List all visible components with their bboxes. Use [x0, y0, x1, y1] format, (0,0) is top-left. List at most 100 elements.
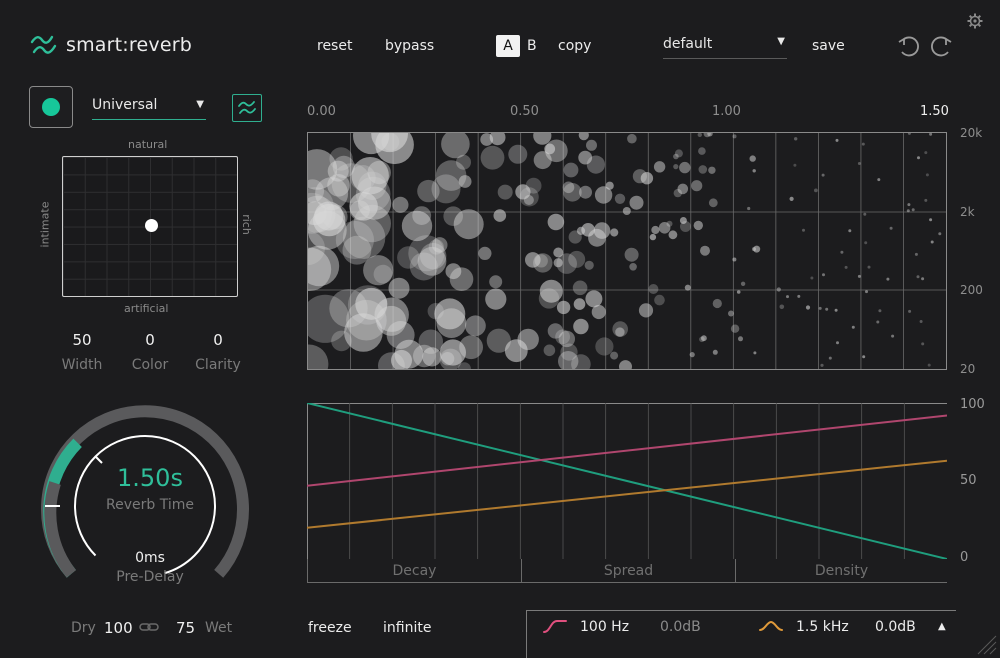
reflection-dot — [861, 142, 865, 146]
reflection-dot — [563, 162, 579, 178]
tab-spread[interactable]: Spread — [521, 559, 735, 583]
reflection-dot — [544, 143, 556, 155]
width-value[interactable]: 50 — [52, 331, 112, 349]
reflection-dot — [698, 147, 706, 155]
reflection-dot — [825, 307, 829, 311]
reflection-dot — [911, 208, 915, 212]
reflection-dot — [673, 164, 679, 170]
reflection-dot — [653, 161, 666, 173]
decay-spread-density-plot[interactable] — [307, 403, 947, 559]
bell-freq-value[interactable]: 1.5 kHz — [796, 619, 849, 635]
reflection-dot — [556, 300, 571, 315]
reflection-dot — [351, 157, 389, 195]
reflection-dot — [622, 207, 631, 215]
reflection-dot — [449, 267, 474, 291]
infinite-button[interactable]: infinite — [383, 620, 431, 636]
tab-decay[interactable]: Decay — [307, 559, 521, 583]
highpass-curve-icon[interactable] — [542, 618, 568, 634]
ab-a-button[interactable]: A — [496, 35, 520, 57]
reflection-dot — [640, 172, 654, 185]
character-xy-pad[interactable] — [62, 156, 238, 297]
tab-density[interactable]: Density — [735, 559, 947, 583]
reflection-dot — [573, 318, 589, 335]
reflection-dot — [585, 290, 603, 308]
bypass-button[interactable]: bypass — [385, 38, 434, 54]
reflection-dot — [453, 209, 484, 240]
preset-value: default — [663, 36, 713, 52]
dropdown-arrow-icon: ▼ — [196, 99, 204, 110]
reflection-dot — [789, 196, 794, 201]
reflection-dot — [736, 290, 741, 294]
reflections-canvas — [308, 133, 946, 369]
reflection-dot — [573, 298, 586, 310]
bell-gain-value[interactable]: 0.0dB — [875, 619, 916, 635]
reflection-dot — [862, 355, 866, 359]
time-tick-3: 1.50 — [920, 104, 949, 119]
reflection-dot — [614, 193, 626, 204]
copy-button[interactable]: copy — [558, 38, 591, 54]
wet-value[interactable]: 75 — [176, 619, 195, 637]
freq-tick-20: 20 — [960, 362, 976, 376]
dry-value[interactable]: 100 — [104, 619, 133, 637]
freeze-button[interactable]: freeze — [308, 620, 352, 636]
hp-freq-value[interactable]: 100 Hz — [580, 619, 629, 635]
undo-icon[interactable] — [896, 34, 922, 58]
reflection-dot — [814, 188, 818, 193]
dropdown-arrow-icon: ▼ — [777, 36, 785, 47]
reflection-dot — [924, 151, 928, 155]
reflection-dot — [610, 351, 619, 360]
reflection-dot — [699, 336, 705, 343]
reflection-dot — [732, 134, 737, 139]
reflection-dot — [677, 183, 689, 195]
clarity-label: Clarity — [195, 357, 241, 373]
reflection-dot — [730, 324, 740, 333]
reflection-dot — [851, 325, 855, 329]
power-button[interactable] — [29, 86, 73, 128]
reflection-dot — [508, 144, 528, 164]
dry-label: Dry — [71, 620, 96, 636]
reflection-dot — [908, 309, 912, 313]
reflection-dot — [876, 320, 880, 324]
reflection-dot — [489, 133, 506, 146]
save-button[interactable]: save — [812, 38, 845, 54]
width-label: Width — [61, 357, 103, 373]
reflection-dot — [906, 209, 910, 213]
reflection-dot — [927, 363, 931, 367]
reflection-dot — [610, 228, 619, 237]
bell-curve-icon[interactable] — [758, 618, 784, 634]
color-value[interactable]: 0 — [120, 331, 180, 349]
resize-grip-icon[interactable] — [976, 634, 998, 656]
reflection-dot — [417, 179, 440, 203]
profile-select[interactable]: Universal ▼ — [92, 97, 206, 120]
pad-label-bottom: artificial — [124, 302, 169, 315]
reflection-dot — [857, 274, 861, 278]
reflection-dot — [820, 363, 824, 367]
reflection-dot — [493, 209, 507, 222]
reflection-dot — [877, 178, 881, 182]
reflection-dot — [538, 288, 560, 309]
reflection-dot — [749, 155, 756, 162]
clarity-value[interactable]: 0 — [188, 331, 248, 349]
y-tick-50: 50 — [960, 473, 977, 488]
reflection-dot — [547, 213, 565, 231]
reflection-dot — [329, 147, 353, 171]
settings-gear-icon[interactable] — [967, 13, 983, 29]
reset-button[interactable]: reset — [317, 38, 352, 54]
reflection-dot — [578, 133, 589, 141]
logo-icon — [30, 35, 57, 54]
triangle-up-icon[interactable]: ▲ — [938, 621, 946, 632]
redo-icon[interactable] — [928, 34, 954, 58]
preset-select[interactable]: default ▼ — [663, 36, 787, 59]
time-tick-1: 0.50 — [510, 104, 539, 119]
reflection-dot — [485, 288, 507, 310]
reflection-dot — [624, 247, 639, 262]
lines-canvas — [307, 403, 947, 559]
pad-handle[interactable] — [145, 219, 158, 232]
link-icon[interactable] — [139, 622, 159, 632]
hp-gain-value[interactable]: 0.0dB — [660, 619, 701, 635]
reflection-dot — [666, 220, 673, 227]
profile-waves-button[interactable] — [232, 94, 262, 122]
reflection-dot — [810, 276, 814, 280]
reflection-dot — [732, 257, 737, 262]
ab-b-button[interactable]: B — [527, 38, 537, 54]
